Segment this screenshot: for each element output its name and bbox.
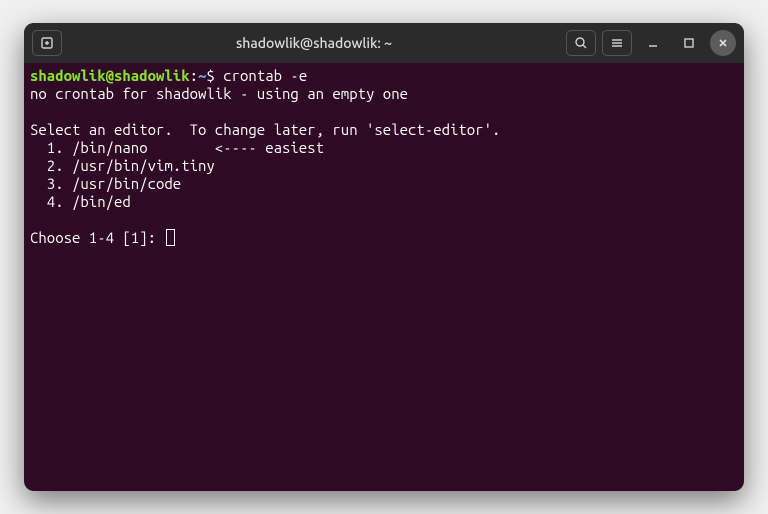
new-tab-icon	[40, 36, 54, 50]
maximize-button[interactable]	[674, 30, 704, 56]
minimize-button[interactable]	[638, 30, 668, 56]
titlebar-right	[566, 30, 736, 56]
terminal-window: shadowlik@shadowlik: ~	[24, 23, 744, 491]
prompt-separator: :	[190, 67, 198, 84]
output-option-3: 3. /usr/bin/code	[30, 175, 181, 192]
terminal-cursor	[166, 229, 175, 246]
close-button[interactable]	[710, 30, 736, 56]
prompt-user-host: shadowlik@shadowlik	[30, 67, 190, 84]
search-button[interactable]	[566, 30, 596, 56]
output-select-editor: Select an editor. To change later, run '…	[30, 121, 500, 138]
output-option-4: 4. /bin/ed	[30, 193, 131, 210]
command-input: crontab -e	[223, 67, 307, 84]
window-title: shadowlik@shadowlik: ~	[70, 35, 558, 51]
search-icon	[574, 36, 588, 50]
menu-button[interactable]	[602, 30, 632, 56]
output-choose-prompt: Choose 1-4 [1]:	[30, 229, 164, 246]
hamburger-icon	[610, 36, 624, 50]
output-option-1: 1. /bin/nano <---- easiest	[30, 139, 324, 156]
prompt-symbol: $	[206, 67, 214, 84]
output-no-crontab: no crontab for shadowlik - using an empt…	[30, 85, 408, 102]
maximize-icon	[682, 36, 696, 50]
new-tab-button[interactable]	[32, 30, 62, 56]
titlebar: shadowlik@shadowlik: ~	[24, 23, 744, 63]
titlebar-left	[32, 30, 62, 56]
close-icon	[717, 37, 729, 49]
output-option-2: 2. /usr/bin/vim.tiny	[30, 157, 215, 174]
minimize-icon	[646, 36, 660, 50]
terminal-body[interactable]: shadowlik@shadowlik:~$ crontab -e no cro…	[24, 63, 744, 251]
